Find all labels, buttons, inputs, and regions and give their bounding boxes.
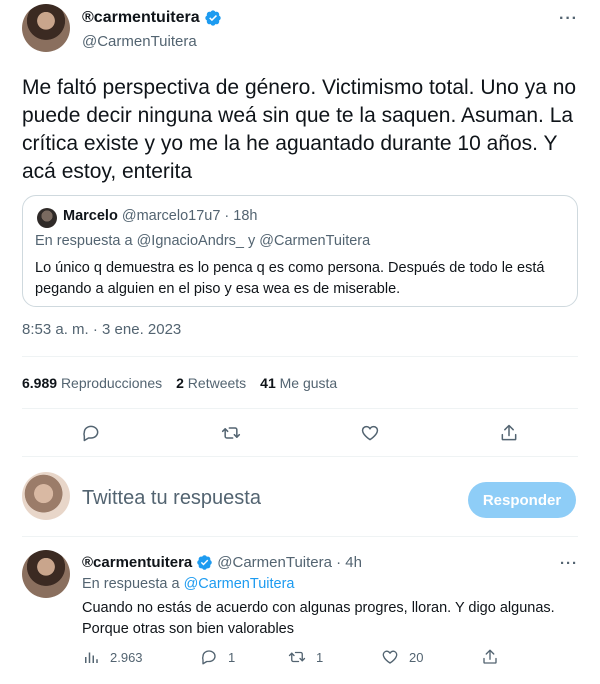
share-icon: [483, 649, 497, 664]
author-display-name[interactable]: ®carmentuitera: [82, 9, 200, 27]
author-name-row: ®carmentuitera: [82, 9, 222, 27]
share-icon[interactable]: [499, 423, 519, 443]
quoted-reply-users: @IgnacioAndrs_ y @CarmenTuitera: [136, 233, 371, 249]
reply-text: Cuando no estás de acuerdo con algunas p…: [82, 600, 555, 637]
verified-badge-icon: [204, 10, 221, 26]
quoted-tweet-card[interactable]: Marcelo @marcelo17u7 · 18h En respuesta …: [22, 195, 578, 307]
divider: [22, 408, 578, 409]
reply-retweets[interactable]: 1: [288, 648, 323, 666]
user-avatar: [22, 472, 70, 520]
reply-button[interactable]: Responder: [468, 482, 576, 518]
views-stat: 6.989 Reproducciones: [22, 375, 162, 391]
reply-share[interactable]: [481, 648, 499, 666]
reply-icon: [201, 650, 216, 665]
reply-context-user-link[interactable]: @CarmenTuitera: [184, 576, 295, 592]
tweet-text: Me faltó perspectiva de género. Victimis…: [22, 76, 577, 183]
verified-badge-icon: [197, 555, 213, 570]
divider: [22, 536, 578, 537]
reply-likes[interactable]: 20: [381, 648, 423, 666]
retweet-icon: [288, 651, 306, 663]
reply-avatar[interactable]: [22, 550, 70, 598]
views-icon: [85, 652, 98, 663]
like-icon: [382, 650, 398, 664]
retweets-count: 1: [316, 649, 324, 665]
likes-count: 20: [409, 649, 424, 665]
author-handle[interactable]: @CarmenTuitera: [82, 33, 197, 50]
retweets-label: Retweets: [187, 375, 247, 391]
divider: [22, 456, 578, 457]
retweet-icon[interactable]: [221, 423, 241, 443]
more-options-icon[interactable]: ···: [560, 555, 578, 572]
avatar[interactable]: [22, 4, 70, 52]
reply-replies[interactable]: 1: [200, 648, 235, 666]
quoted-header: Marcelo @marcelo17u7 · 18h: [63, 208, 257, 224]
reply-header: ®carmentuitera @CarmenTuitera · 4h: [82, 554, 362, 571]
retweets-count: 2: [176, 375, 184, 391]
divider: [22, 356, 578, 357]
reply-context: En respuesta a @CarmenTuitera: [82, 576, 294, 592]
tweet-stats: 6.989 Reproducciones 2 Retweets 41 Me gu…: [22, 375, 337, 391]
likes-stat[interactable]: 41 Me gusta: [260, 375, 337, 391]
quoted-reply-prefix: En respuesta a: [35, 233, 137, 249]
views-label: Reproducciones: [60, 375, 163, 391]
reply-views[interactable]: 2.963: [82, 648, 143, 666]
replies-count: 1: [228, 649, 236, 665]
reply-handle-time[interactable]: @CarmenTuitera · 4h: [217, 554, 362, 571]
likes-label: Me gusta: [279, 375, 338, 391]
reply-context-prefix: En respuesta a: [82, 576, 184, 592]
quoted-author-name[interactable]: Marcelo: [63, 208, 118, 224]
quoted-handle-time: @marcelo17u7 · 18h: [121, 208, 258, 224]
retweets-stat[interactable]: 2 Retweets: [176, 375, 246, 391]
quoted-avatar[interactable]: [37, 208, 57, 228]
likes-count: 41: [260, 375, 276, 391]
tweet-timestamp[interactable]: 8:53 a. m. · 3 ene. 2023: [22, 321, 181, 338]
like-icon[interactable]: [360, 423, 380, 443]
reply-icon[interactable]: [81, 423, 101, 443]
quoted-reply-context: En respuesta a @IgnacioAndrs_ y @CarmenT…: [35, 233, 370, 249]
views-count: 6.989: [22, 375, 58, 391]
reply-author-name[interactable]: ®carmentuitera: [82, 554, 192, 571]
quoted-text: Lo único q demuestra es lo penca q es co…: [35, 260, 545, 297]
reply-input[interactable]: Twittea tu respuesta: [82, 487, 261, 510]
more-options-icon[interactable]: ···: [559, 10, 578, 28]
views-count: 2.963: [110, 649, 143, 665]
